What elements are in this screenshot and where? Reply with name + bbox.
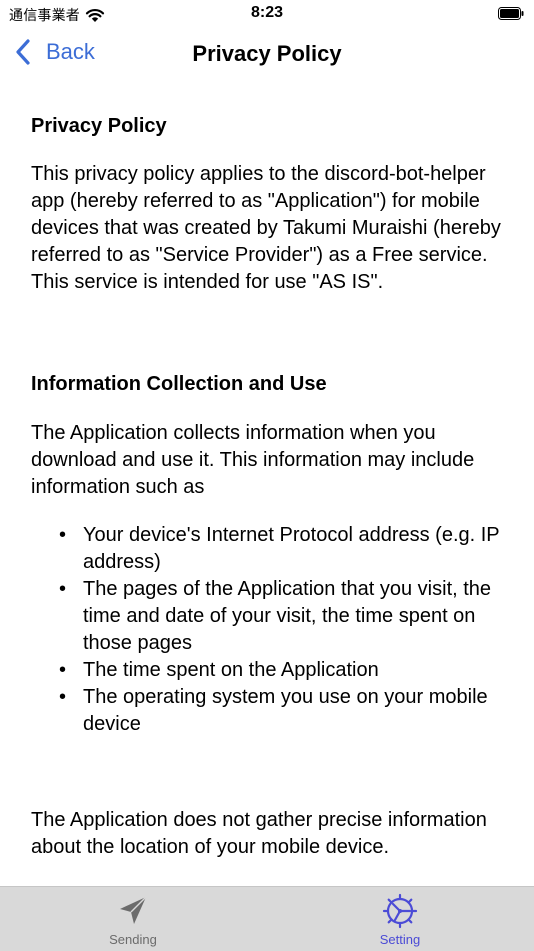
list-item: The pages of the Application that you vi… [0,576,508,657]
collected-info-list: Your device's Internet Protocol address … [0,522,534,738]
intro-paragraph: This privacy policy applies to the disco… [31,163,501,293]
tab-bar: Sending Setting [0,886,534,951]
paper-plane-icon [120,896,147,924]
heading-information-collection: Information Collection and Use [31,373,327,395]
navigation-bar: Back Privacy Policy [0,28,534,82]
tab-setting[interactable]: Setting [345,893,455,947]
location-paragraph: The Application does not gather precise … [31,809,487,858]
page-title: Privacy Policy [192,41,342,66]
battery-icon [498,7,524,20]
collection-paragraph: The Application collects information whe… [31,422,475,498]
tab-sending-label: Sending [109,932,157,947]
gear-icon [382,893,418,929]
list-item: Your device's Internet Protocol address … [0,522,508,576]
list-item: The operating system you use on your mob… [0,684,508,738]
heading-privacy-policy: Privacy Policy [31,115,167,137]
status-time: 8:23 [250,4,284,21]
status-bar: 通信事業者 8:23 [0,0,534,28]
tab-sending[interactable]: Sending [78,893,188,947]
tab-setting-label: Setting [379,932,421,947]
privacy-policy-content[interactable]: Privacy Policy This privacy policy appli… [0,82,534,887]
list-item: The time spent on the Application [0,657,508,684]
